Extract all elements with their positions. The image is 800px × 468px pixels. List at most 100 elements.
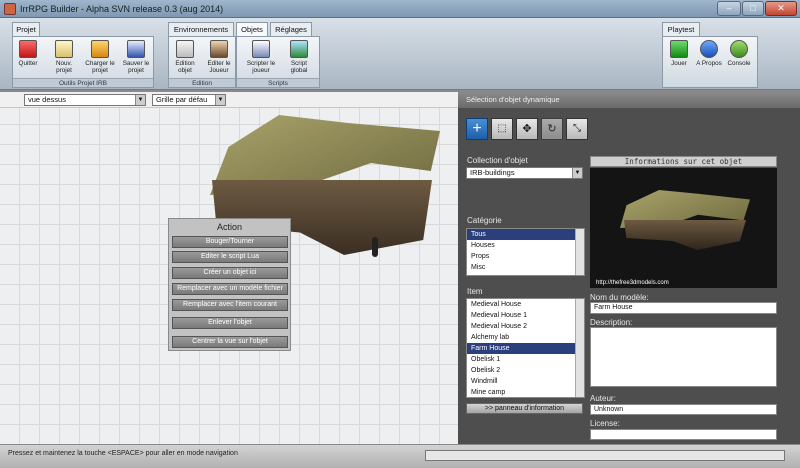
chevron-down-icon: ▼ [135,95,145,105]
move-icon: ✥ [522,123,532,135]
description-label: Description: [590,318,633,327]
scale-icon: ⤡ [573,123,581,134]
tab-environnements[interactable]: Environnements [168,22,234,36]
item-label: Item [467,287,483,296]
scrollbar[interactable] [575,299,584,397]
player-figure[interactable] [372,237,378,257]
select-tool-button[interactable]: ⬚ [491,118,513,140]
list-item[interactable]: Obelisk 2 [467,365,584,376]
scrollbar[interactable] [575,229,584,275]
add-tool-button[interactable]: + [466,118,488,140]
list-item[interactable]: Alchemy lab [467,332,584,343]
move-tool-button[interactable]: ✥ [516,118,538,140]
edit-object-label: Edition objet [175,60,195,74]
action-panel: Action Bouger/Tourner Editer le script L… [168,218,291,351]
collection-select[interactable]: IRB-buildings ▼ [466,167,583,179]
list-item[interactable]: Props [467,251,584,262]
lua-icon [252,40,270,58]
status-text: Pressez et maintenez la touche <ESPACE> … [8,450,238,457]
replace-with-file-button[interactable]: Remplacer avec un modèle fichier [172,283,288,295]
minimize-button[interactable]: – [717,1,741,16]
play-button[interactable]: Jouer [664,40,694,67]
global-script-button[interactable]: Script global [284,40,314,74]
item-list[interactable]: Medieval House Medieval House 1 Medieval… [466,298,585,398]
global-script-icon [290,40,308,58]
save-project-label: Sauver le projet [122,60,150,74]
load-project-button[interactable]: Charger le projet [85,40,115,74]
info-icon [700,40,718,58]
list-item[interactable]: Medieval House 1 [467,310,584,321]
new-project-icon [55,40,73,58]
list-item[interactable]: Obelisk 1 [467,354,584,365]
info-panel-button[interactable]: >> panneau d'information [466,403,583,414]
new-project-button[interactable]: Nouv. projet [49,40,79,74]
rotate-icon: ↻ [547,123,557,135]
edit-lua-script-button[interactable]: Editer le script Lua [172,251,288,263]
grid-select[interactable]: Grille par défau ▼ [152,94,226,106]
collection-select-value: IRB-buildings [470,168,515,177]
maximize-button[interactable]: □ [742,1,764,16]
console-label: Console [727,60,751,67]
xml-save-icon [127,40,145,58]
load-project-label: Charger le projet [85,60,115,74]
quit-label: Quitter [18,60,38,67]
action-panel-title: Action [216,222,242,232]
category-label: Catégorie [467,216,502,225]
progress-bar [425,450,785,461]
license-field[interactable] [590,429,777,440]
author-field[interactable]: Unknown [590,404,777,415]
author-label: Auteur: [590,394,616,403]
create-object-button[interactable]: Créer un objet ici [172,267,288,279]
view-select[interactable]: vue dessus ▼ [24,94,146,106]
console-button[interactable]: Console [724,40,754,67]
replace-with-item-button[interactable]: Remplacer avec l'item courant [172,299,288,311]
list-item[interactable]: Medieval House [467,299,584,310]
edit-player-label: Editer le Joueur [207,60,231,74]
group-caption-projet: Outils Projet IRB [13,78,153,87]
save-project-button[interactable]: Sauver le projet [121,40,151,74]
quit-button[interactable]: Quitter [13,40,43,67]
global-script-label: Script global [290,60,308,74]
group-caption-scripts: Scripts [237,78,319,87]
list-item[interactable]: Misc [467,262,584,273]
tab-projet[interactable]: Projet [12,22,40,36]
model-name-label: Nom du modèle: [590,293,649,302]
script-player-button[interactable]: Scripter le joueur [246,40,276,74]
about-button[interactable]: A Propos [694,40,724,67]
list-item[interactable]: Windmill [467,376,584,387]
tab-playtest[interactable]: Playtest [662,22,700,36]
list-item[interactable]: Mine camp [467,387,584,397]
category-list[interactable]: Tous Houses Props Misc [466,228,585,276]
rotate-tool-button[interactable]: ↻ [541,118,563,140]
chevron-down-icon: ▼ [572,168,582,178]
list-item[interactable]: Tous [467,229,584,240]
info-title: Informations sur cet objet [590,156,777,167]
view-select-value: vue dessus [28,95,66,104]
tab-reglages[interactable]: Réglages [270,22,312,36]
model-preview: http://thefree3dmodels.com [590,168,777,288]
scale-tool-button[interactable]: ⤡ [566,118,588,140]
new-project-label: Nouv. projet [56,60,72,74]
move-rotate-button[interactable]: Bouger/Tourner [172,236,288,248]
tab-objets[interactable]: Objets [236,22,268,36]
window-title: IrrRPG Builder - Alpha SVN release 0.3 (… [20,4,224,14]
grid-select-value: Grille par défau [156,95,208,104]
player-icon [210,40,228,58]
panel-header: Sélection d'objet dynamique [458,92,800,108]
list-item[interactable]: Houses [467,240,584,251]
edit-player-button[interactable]: Editer le Joueur [204,40,234,74]
edit-object-button[interactable]: Edition objet [170,40,200,74]
list-item[interactable]: Medieval House 2 [467,321,584,332]
model-name-field[interactable]: Farm House [590,302,777,314]
center-view-button[interactable]: Centrer la vue sur l'objet [172,336,288,348]
close-button[interactable]: ✕ [765,1,797,16]
app-icon [4,3,16,15]
play-label: Jouer [671,60,687,67]
status-bar: Pressez et maintenez la touche <ESPACE> … [0,444,800,468]
description-field[interactable] [590,327,777,387]
quit-icon [19,40,37,58]
edit-object-icon [176,40,194,58]
preview-wall [624,220,746,250]
list-item[interactable]: Farm House [467,343,584,354]
remove-object-button[interactable]: Enlever l'objet [172,317,288,329]
